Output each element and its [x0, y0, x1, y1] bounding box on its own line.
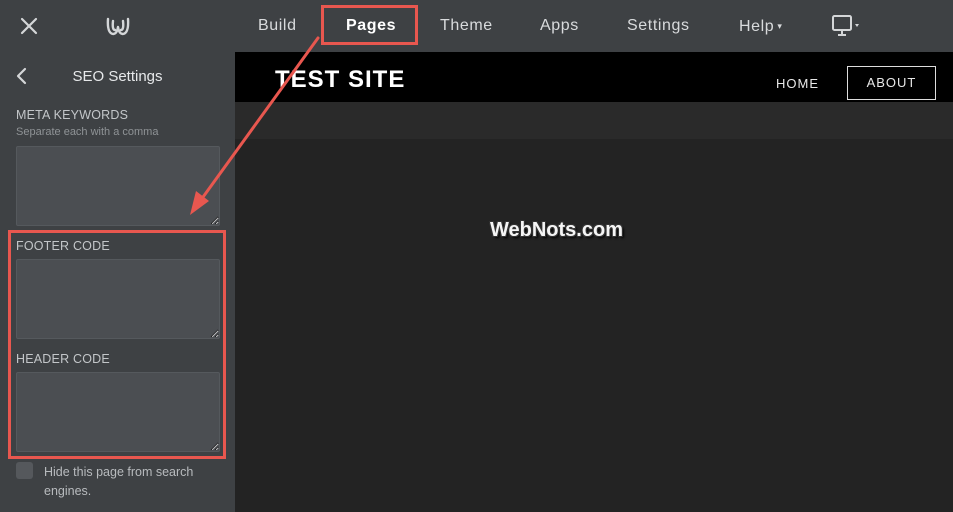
nav-pages[interactable]: Pages	[346, 0, 396, 52]
site-preview: TEST SITE HOME ABOUT WebNots.com	[235, 52, 953, 512]
site-header: TEST SITE HOME ABOUT	[235, 52, 953, 102]
hide-from-search-label: Hide this page from search engines.	[44, 465, 194, 498]
meta-keywords-label: META KEYWORDS	[16, 108, 129, 122]
header-code-field[interactable]	[16, 372, 220, 452]
editor-topbar: Build Pages Theme Apps Settings Help ▾	[0, 0, 953, 52]
nav-settings[interactable]: Settings	[627, 0, 690, 52]
site-title[interactable]: TEST SITE	[275, 66, 405, 94]
nav-help-label: Help	[739, 18, 775, 35]
nav-theme[interactable]: Theme	[440, 0, 493, 52]
desktop-monitor-icon[interactable]	[832, 15, 862, 37]
weebly-logo-icon[interactable]	[104, 13, 132, 39]
panel-title: SEO Settings	[72, 68, 163, 85]
nav-build[interactable]: Build	[258, 0, 297, 52]
watermark-text: WebNots.com	[490, 219, 623, 241]
meta-keywords-hint: Separate each with a comma	[16, 126, 159, 138]
footer-code-field[interactable]	[16, 259, 220, 339]
nav-help[interactable]: Help ▾	[739, 0, 782, 52]
footer-code-label: FOOTER CODE	[16, 239, 110, 253]
site-nav-about[interactable]: ABOUT	[847, 66, 936, 100]
site-banner-strip	[235, 102, 953, 139]
hide-from-search-checkbox[interactable]	[16, 462, 33, 479]
header-code-label: HEADER CODE	[16, 352, 110, 366]
close-icon[interactable]	[16, 13, 42, 39]
seo-settings-panel: SEO Settings META KEYWORDS Separate each…	[0, 52, 235, 512]
site-nav-home[interactable]: HOME	[776, 76, 819, 91]
meta-keywords-field[interactable]	[16, 146, 220, 226]
nav-apps[interactable]: Apps	[540, 0, 579, 52]
chevron-down-icon: ▾	[777, 21, 783, 31]
